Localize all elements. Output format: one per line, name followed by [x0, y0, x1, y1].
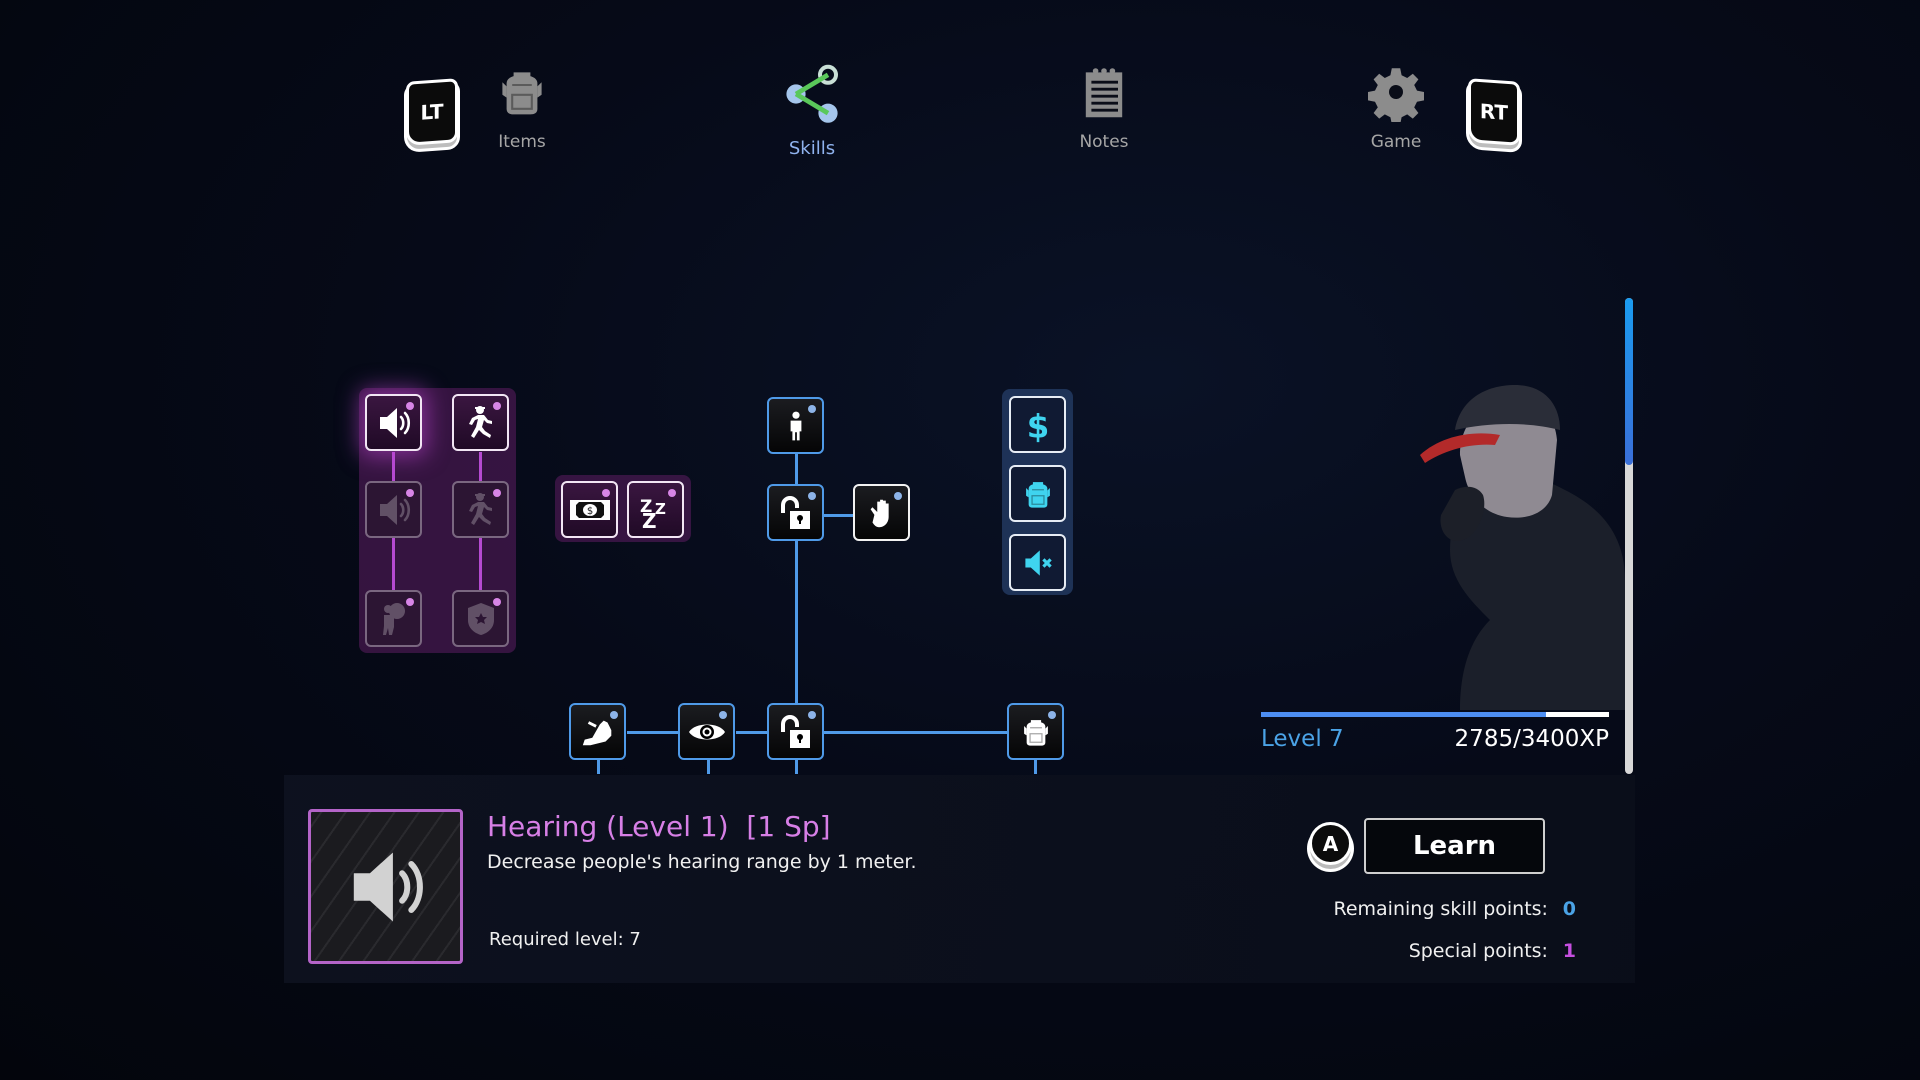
skill-node-police[interactable]	[452, 590, 509, 647]
skill-node-sprint[interactable]	[452, 394, 509, 451]
character-scrollbar[interactable]	[1625, 298, 1633, 774]
rt-label: RT	[1479, 99, 1509, 125]
tree-connector	[795, 454, 798, 484]
a-button-prompt: A	[1309, 822, 1352, 865]
selected-skill-icon	[308, 809, 463, 964]
player-xp: 2785/3400XP	[1454, 726, 1609, 752]
skill-node-sleep[interactable]	[627, 481, 684, 538]
skill-point-dot	[808, 711, 816, 719]
xp-progress-fill	[1261, 712, 1547, 717]
skill-node-hearing-2[interactable]	[365, 481, 422, 538]
learn-button[interactable]: Learn	[1364, 818, 1545, 874]
skill-point-dot	[406, 489, 414, 497]
perk-node-silence[interactable]	[1009, 534, 1066, 591]
skill-point-dot	[808, 405, 816, 413]
skill-point-dot	[610, 711, 618, 719]
tree-connector	[627, 731, 678, 734]
tab-game[interactable]: Game	[1336, 62, 1456, 152]
backpack-icon	[494, 62, 550, 122]
selected-skill-required-level: Required level: 7	[489, 929, 641, 950]
remaining-skill-points-label: Remaining skill points:	[1333, 898, 1548, 920]
a-button-label: A	[1322, 831, 1339, 856]
skill-point-dot	[602, 489, 610, 497]
player-level: Level 7	[1261, 726, 1344, 752]
backpack-icon	[1019, 714, 1053, 750]
tab-items[interactable]: Items	[462, 62, 582, 152]
notepad-icon	[1076, 62, 1132, 122]
skill-node-money[interactable]	[561, 481, 618, 538]
rt-trigger-button[interactable]: RT	[1468, 78, 1520, 146]
tree-connector	[1034, 760, 1037, 774]
gear-icon	[1368, 62, 1424, 122]
skill-node-thief[interactable]	[365, 590, 422, 647]
tab-skills[interactable]: Skills	[752, 60, 872, 159]
tree-connector	[824, 731, 1007, 734]
banknote-icon	[568, 498, 612, 522]
speaker-icon	[340, 841, 432, 933]
special-points: Special points: 1	[1409, 940, 1576, 962]
person-icon	[778, 408, 814, 444]
tab-notes[interactable]: Notes	[1044, 62, 1164, 152]
skill-node-inventory[interactable]	[1007, 703, 1064, 760]
tab-notes-label: Notes	[1079, 132, 1129, 152]
tree-connector	[736, 731, 767, 734]
skill-point-dot	[1048, 711, 1056, 719]
backpack-icon	[1021, 476, 1055, 512]
lt-label: LT	[420, 99, 444, 125]
remaining-skill-points-value: 0	[1562, 898, 1576, 920]
perk-node-bag[interactable]	[1009, 465, 1066, 522]
tree-connector	[795, 760, 798, 774]
learn-button-label: Learn	[1412, 831, 1497, 861]
tree-connector	[795, 541, 798, 703]
tree-connector	[824, 514, 853, 517]
skill-point-dot	[493, 598, 501, 606]
skill-point-dot	[668, 489, 676, 497]
lt-trigger-button[interactable]: LT	[406, 78, 458, 146]
tree-connector	[707, 760, 710, 774]
share-nodes-icon	[780, 60, 844, 128]
tab-skills-label: Skills	[788, 138, 836, 159]
tab-game-label: Game	[1370, 132, 1422, 152]
special-points-value: 1	[1562, 940, 1576, 962]
skill-node-disguise[interactable]	[767, 397, 824, 454]
skill-point-dot	[406, 598, 414, 606]
dollar-icon	[1020, 405, 1056, 445]
skill-node-lockpick-2[interactable]	[767, 484, 824, 541]
selected-skill-description: Decrease people's hearing range by 1 met…	[487, 851, 917, 873]
perk-node-cash[interactable]	[1009, 396, 1066, 453]
skill-node-hearing[interactable]	[365, 394, 422, 451]
tree-connector	[597, 760, 600, 774]
skill-node-sprint-2[interactable]	[452, 481, 509, 538]
skill-point-dot	[493, 402, 501, 410]
selected-skill-title: Hearing (Level 1) [1 Sp]	[487, 810, 831, 843]
skill-node-sneak[interactable]	[569, 703, 626, 760]
remaining-skill-points: Remaining skill points: 0	[1333, 898, 1576, 920]
skill-node-vision[interactable]	[678, 703, 735, 760]
tab-items-label: Items	[498, 132, 546, 152]
skill-point-dot	[894, 492, 902, 500]
character-portrait	[1400, 370, 1625, 710]
skill-point-dot	[406, 402, 414, 410]
special-points-label: Special points:	[1408, 940, 1548, 962]
mute-icon	[1020, 545, 1056, 581]
xp-progress-bar	[1261, 712, 1609, 717]
skill-point-dot	[719, 711, 727, 719]
scrollbar-thumb[interactable]	[1625, 298, 1633, 465]
skill-point-dot	[493, 489, 501, 497]
skill-node-lockpick-1[interactable]	[767, 703, 824, 760]
skill-node-pickpocket[interactable]	[853, 484, 910, 541]
skill-point-dot	[808, 492, 816, 500]
